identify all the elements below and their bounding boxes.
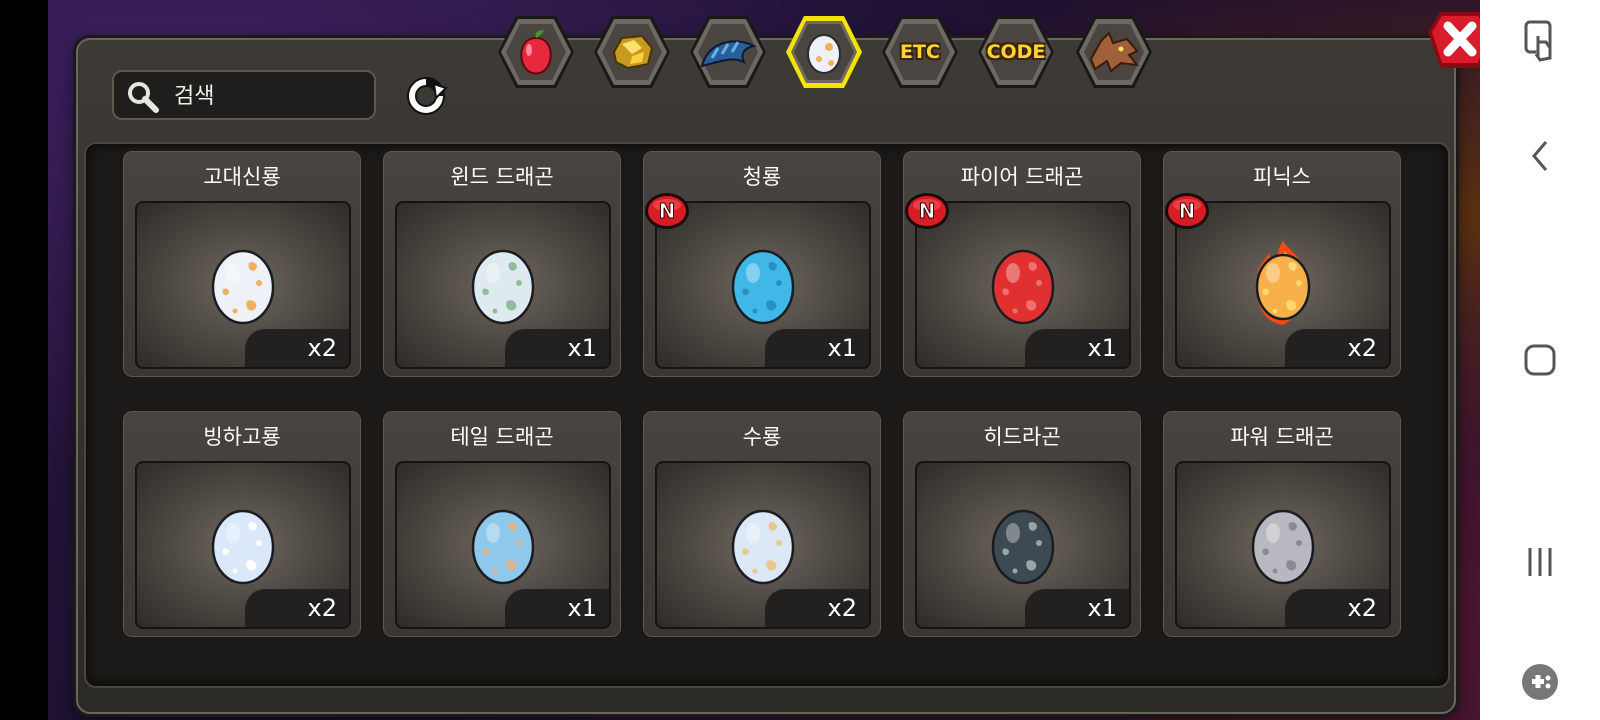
item-count: x1 [505,589,609,627]
egg-icon [731,509,795,585]
search-input[interactable] [172,78,366,114]
dragon-head-icon [1089,31,1140,73]
tab-fruit[interactable] [494,12,578,92]
item-name: 테일 드래곤 [450,425,554,449]
item-slot: x1 [915,461,1131,629]
item-name: 수룡 [742,425,782,449]
egg-icon [731,249,795,325]
tab-egg[interactable] [782,12,866,92]
egg-icon [471,249,535,325]
item-card[interactable]: 파이어 드래곤 x1 N [900,148,1144,380]
item-grid: 고대신룡 x2 윈드 드래곤 x1 청룡 x1 N 파이어 드래곤 x1 N 피닉스 x2 N 빙하고룡 x… [84,142,1450,688]
item-name: 파워 드래곤 [1230,425,1334,449]
item-count: x2 [765,589,869,627]
tab-ore[interactable] [590,12,674,92]
item-card[interactable]: 파워 드래곤 x2 [1160,408,1404,640]
egg-icon [211,509,275,585]
item-slot: x2 [655,461,871,629]
item-name: 윈드 드래곤 [450,165,554,189]
search-box[interactable] [112,70,376,120]
egg-icon [807,34,841,74]
item-card[interactable]: 히드라곤 x1 [900,408,1144,640]
item-slot: x2 [135,201,351,369]
tab-label: CODE [986,41,1046,63]
touch-assist-icon[interactable] [1510,12,1570,72]
search-icon [128,82,159,113]
item-count: x2 [1285,589,1389,627]
tab-dragon-head[interactable] [1072,12,1156,92]
egg-icon [1255,241,1311,325]
item-card[interactable]: 청룡 x1 N [640,148,884,380]
item-count: x1 [505,329,609,367]
tab-label: ETC [900,41,940,63]
item-count: x2 [245,329,349,367]
tab-code[interactable]: CODE [974,12,1058,92]
egg-icon [991,509,1055,585]
item-count: x1 [765,329,869,367]
new-badge-label: N [919,199,936,223]
item-card[interactable]: 빙하고룡 x2 [120,408,364,640]
item-count: x2 [1285,329,1389,367]
item-count: x1 [1025,589,1129,627]
tab-scale[interactable] [686,12,770,92]
item-count: x1 [1025,329,1129,367]
item-name: 히드라곤 [983,425,1061,449]
item-name: 파이어 드래곤 [960,165,1084,189]
item-name: 피닉스 [1253,165,1311,189]
item-card[interactable]: 테일 드래곤 x1 [380,408,624,640]
recent-apps-icon[interactable] [1510,532,1570,592]
egg-icon [1251,509,1315,585]
item-name: 빙하고룡 [203,425,281,449]
item-name: 청룡 [742,165,782,189]
new-badge: N [905,193,949,229]
item-count: x2 [245,589,349,627]
new-badge: N [1165,193,1209,229]
egg-icon [471,509,535,585]
system-nav-bar [1480,0,1600,720]
item-slot: x1 [395,201,611,369]
new-badge-label: N [659,199,676,223]
egg-icon [991,249,1055,325]
item-card[interactable]: 피닉스 x2 N [1160,148,1404,380]
ore-icon [612,34,654,70]
item-slot: x1 [395,461,611,629]
new-badge-label: N [1179,199,1196,223]
egg-icon [211,249,275,325]
item-slot: x2 [1175,461,1391,629]
scale-icon [700,40,758,68]
tab-etc[interactable]: ETC [878,12,962,92]
item-card[interactable]: 수룡 x2 [640,408,884,640]
home-icon[interactable] [1510,330,1570,390]
item-card[interactable]: 윈드 드래곤 x1 [380,148,624,380]
item-card[interactable]: 고대신룡 x2 [120,148,364,380]
back-icon[interactable] [1510,126,1570,186]
item-slot: x2 [135,461,351,629]
game-tools-icon[interactable] [1510,652,1570,712]
refresh-icon[interactable] [404,74,448,118]
new-badge: N [645,193,689,229]
item-name: 고대신룡 [203,165,281,189]
fruit-icon [520,30,552,75]
